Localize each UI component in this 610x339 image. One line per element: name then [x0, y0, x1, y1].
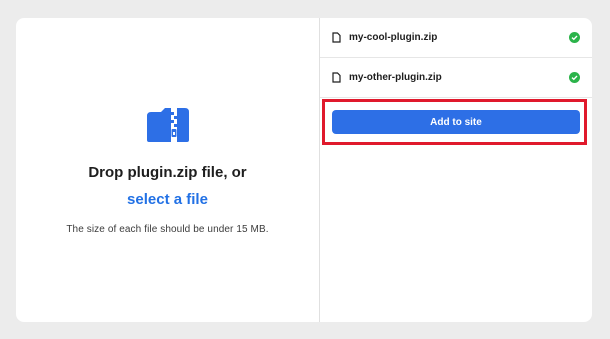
dropzone[interactable]: Drop plugin.zip file, or select a file T… [16, 18, 320, 322]
plugin-upload-card: Drop plugin.zip file, or select a file T… [16, 18, 592, 322]
zip-folder-icon [146, 108, 189, 142]
add-to-site-button[interactable]: Add to site [332, 110, 580, 134]
select-file-link[interactable]: select a file [127, 191, 208, 208]
check-circle-icon [569, 72, 580, 83]
file-list-item: my-cool-plugin.zip [320, 18, 592, 58]
file-list-panel: my-cool-plugin.zip my-other-plugin.zip A… [320, 18, 592, 322]
file-name: my-other-plugin.zip [349, 72, 442, 83]
file-name: my-cool-plugin.zip [349, 32, 438, 43]
action-area: Add to site [320, 98, 592, 134]
check-circle-icon [569, 32, 580, 43]
file-list-item: my-other-plugin.zip [320, 58, 592, 98]
file-size-hint: The size of each file should be under 15… [66, 224, 269, 235]
drop-title: Drop plugin.zip file, or [88, 164, 247, 181]
file-icon [332, 72, 341, 83]
file-icon [332, 32, 341, 43]
